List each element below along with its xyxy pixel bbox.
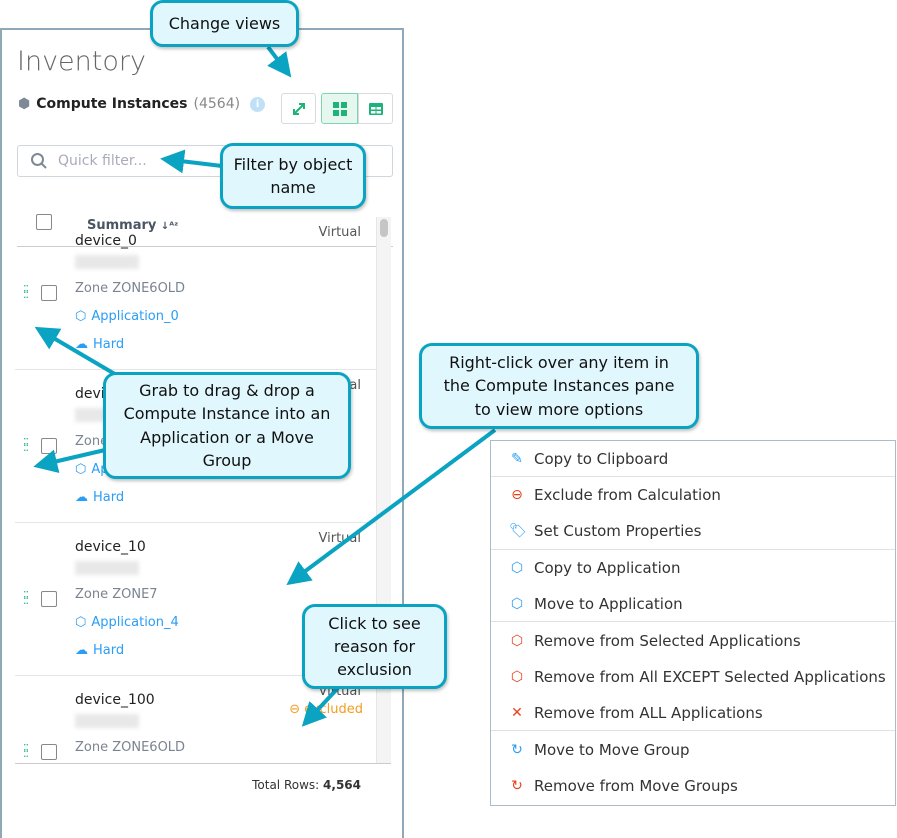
arrow-filter [160, 149, 223, 174]
callout-drag: Grab to drag & drop a Compute Instance i… [103, 372, 351, 479]
arrow-exclusion [301, 686, 340, 727]
callout-change-views: Change views [150, 0, 299, 47]
arrow-views [266, 45, 292, 78]
arrow-drag-2 [33, 448, 106, 473]
callout-right-click: Right-click over any item in the Compute… [419, 343, 699, 429]
callout-filter: Filter by object name [220, 143, 366, 209]
callout-exclusion: Click to see reason for exclusion [302, 604, 447, 689]
